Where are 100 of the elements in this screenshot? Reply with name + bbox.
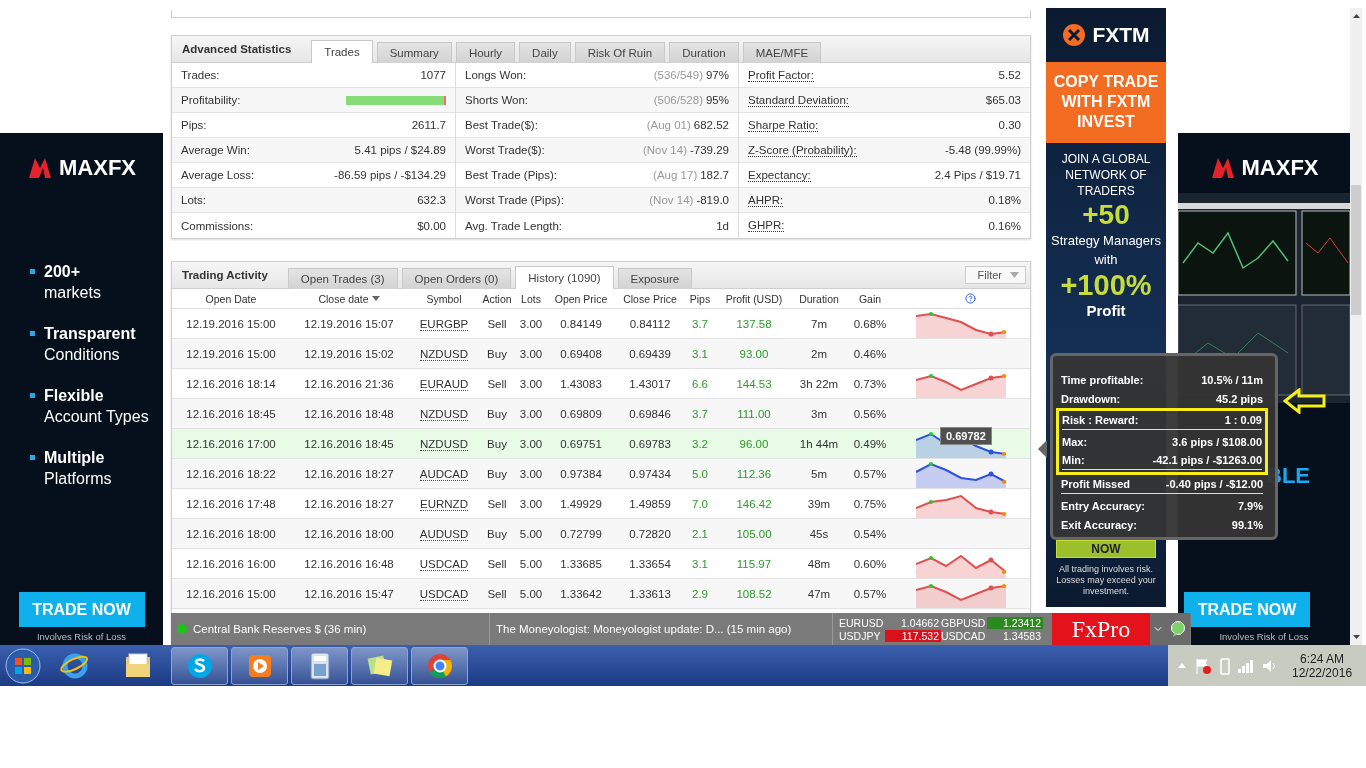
column-header[interactable]: Open Date xyxy=(205,292,257,305)
stat-value: 1d xyxy=(716,219,729,232)
tooltip-label: Min: xyxy=(1062,454,1085,466)
arrow-annotation xyxy=(1283,388,1327,414)
table-cell: Sell xyxy=(487,378,507,390)
table-cell: 12.16.2016 18:14 xyxy=(186,378,276,390)
symbol-link[interactable]: EURNZD xyxy=(420,497,468,511)
stat-value: $65.03 xyxy=(985,94,1021,106)
trade-row[interactable]: 12.16.2016 18:00 12.16.2016 18:00 AUDUSD Buy 5.00 0.72799 0.72820 2.1 105.00 45s 0.54% xyxy=(172,519,1030,549)
trade-row[interactable]: 12.16.2016 18:14 12.16.2016 21:36 EURAUD Sell 3.00 1.43083 1.43017 6.6 144.53 3h 22m 0.73% xyxy=(172,369,1030,399)
stat-link[interactable]: AHPR: xyxy=(748,193,784,207)
column-header[interactable]: Lots xyxy=(521,292,541,305)
symbol-link[interactable]: NZDUSD xyxy=(420,347,468,361)
symbol-link[interactable]: EURGBP xyxy=(419,317,469,331)
stat-link[interactable]: Standard Deviation: xyxy=(748,93,849,107)
table-cell: 0.69846 xyxy=(629,408,671,420)
tooltip-value: 7.9% xyxy=(1237,499,1263,512)
column-header[interactable]: Symbol xyxy=(426,292,462,305)
scrollbar-thumb[interactable] xyxy=(1351,185,1361,315)
table-cell: 0.54% xyxy=(853,528,887,540)
help-icon[interactable] xyxy=(964,293,976,304)
trade-row[interactable]: 12.16.2016 17:00 12.16.2016 18:45 NZDUSD Buy 3.00 0.69751 0.69783 3.2 96.00 1h 44m 0.49% 0.69782 xyxy=(172,429,1030,459)
table-cell: 0.72820 xyxy=(629,528,671,540)
stat-value: -86.59 pips / -$134.29 xyxy=(334,169,446,181)
stat-value: 95% xyxy=(705,94,729,106)
table-cell: Sell xyxy=(487,318,507,330)
trade-row[interactable]: 12.16.2016 18:22 12.16.2016 18:27 AUDCAD Buy 3.00 0.97384 0.97434 5.0 112.36 5m 0.57% xyxy=(172,459,1030,489)
scrollbar[interactable] xyxy=(1350,8,1362,645)
news-item[interactable]: The Moneyologist: Moneyologist update: D... (15 min ago) xyxy=(496,623,792,635)
stats-tab[interactable]: Risk Of Ruin xyxy=(574,42,666,63)
symbol-link[interactable]: NZDUSD xyxy=(420,437,468,451)
stat-link[interactable]: Sharpe Ratio: xyxy=(748,118,819,132)
now-button[interactable]: NOW xyxy=(1056,540,1156,558)
trade-row[interactable]: 12.16.2016 16:00 12.16.2016 16:48 USDCAD Sell 5.00 1.33685 1.33654 3.1 115.97 48m 0.60% xyxy=(172,549,1030,579)
stats-tab[interactable]: Trades xyxy=(311,40,373,63)
stat-link[interactable]: Profit Factor: xyxy=(748,68,814,82)
trade-row[interactable]: 12.19.2016 15:00 12.19.2016 15:02 NZDUSD Buy 3.00 0.69408 0.69439 3.1 93.00 2m 0.46% xyxy=(172,339,1030,369)
symbol-link[interactable]: USDCAD xyxy=(419,557,469,571)
symbol-link[interactable]: USDCAD xyxy=(419,587,469,601)
activity-tab[interactable]: History (1090) xyxy=(515,266,614,289)
column-header[interactable]: Profit (USD) xyxy=(725,292,783,305)
activity-tab[interactable]: Open Trades (3) xyxy=(287,268,398,289)
news-item[interactable]: Central Bank Reserves $ (36 min) xyxy=(193,623,367,635)
stat-value: 2.4 Pips / $19.71 xyxy=(934,169,1021,181)
table-cell: 108.52 xyxy=(736,588,772,600)
symbol-link[interactable]: AUDUSD xyxy=(419,527,469,541)
table-cell: 146.42 xyxy=(736,498,772,510)
symbol-link[interactable]: AUDCAD xyxy=(419,467,469,481)
stats-tab[interactable]: Summary xyxy=(376,42,452,63)
stat-note: (Aug 17) xyxy=(653,169,698,181)
filter-button[interactable]: Filter xyxy=(964,266,1026,284)
activity-tab[interactable]: Open Orders (0) xyxy=(401,268,512,289)
table-cell: 0.57% xyxy=(853,588,887,600)
table-cell: Sell xyxy=(487,558,507,570)
stat-link[interactable]: Z-Score (Probability): xyxy=(748,143,857,157)
symbol-link[interactable]: EURAUD xyxy=(419,377,469,391)
table-cell: 0.97384 xyxy=(560,468,602,480)
stats-tab[interactable]: Hourly xyxy=(455,42,516,63)
chat-icon[interactable] xyxy=(1170,621,1186,637)
stats-tab[interactable]: Duration xyxy=(669,42,739,63)
column-header[interactable]: Gain xyxy=(858,292,882,305)
table-cell: 7m xyxy=(811,318,827,330)
ad-banner[interactable]: MAXFX 200+ markets Transparent Conditions Flexible Account Types Multiple Platforms TRADE NOW Involves Risk of Loss xyxy=(0,133,163,645)
bullet-icon xyxy=(30,331,35,336)
table-cell: 1.49859 xyxy=(629,498,671,510)
table-cell: Sell xyxy=(487,498,507,510)
clock-time[interactable]: 6:24 AM xyxy=(1300,651,1345,666)
trade-row[interactable]: 12.16.2016 15:00 12.16.2016 15:47 USDCAD Sell 5.00 1.33642 1.33613 2.9 108.52 47m 0.57% xyxy=(172,579,1030,609)
stat-value: 0.18% xyxy=(988,194,1021,206)
stats-tab[interactable]: MAE/MFE xyxy=(742,42,822,63)
column-header[interactable]: Close date xyxy=(318,292,369,305)
quote-price: 117.532 xyxy=(885,629,941,642)
trade-row[interactable]: 12.16.2016 17:48 12.16.2016 18:27 EURNZD Sell 3.00 1.49929 1.49859 7.0 146.42 39m 0.75% xyxy=(172,489,1030,519)
trade-row[interactable]: 12.16.2016 18:45 12.16.2016 18:48 NZDUSD Buy 3.00 0.69809 0.69846 3.7 111.00 3m 0.56% xyxy=(172,399,1030,429)
stat-link[interactable]: Expectancy: xyxy=(748,168,811,182)
column-header[interactable]: Pips xyxy=(689,292,711,305)
column-header[interactable]: Action xyxy=(482,292,512,305)
table-cell: 0.72799 xyxy=(560,528,602,540)
column-header[interactable]: Duration xyxy=(799,292,839,305)
clock-date[interactable]: 12/22/2016 xyxy=(1292,665,1353,680)
fxpro-logo[interactable]: FxPro xyxy=(1052,613,1150,645)
flag-icon[interactable] xyxy=(1194,656,1212,675)
table-cell: 105.00 xyxy=(736,528,772,540)
column-header[interactable]: Close Price xyxy=(623,292,677,305)
stat-value: 632.3 xyxy=(417,194,446,206)
column-header[interactable]: Open Price xyxy=(554,292,608,305)
start-button[interactable] xyxy=(4,646,42,685)
scroll-up-icon[interactable] xyxy=(1352,14,1360,18)
trade-row[interactable]: 12.19.2016 15:00 12.19.2016 15:07 EURGBP Sell 3.00 0.84149 0.84112 3.7 137.58 7m 0.68% xyxy=(172,309,1030,339)
table-cell: 1.49929 xyxy=(560,498,602,510)
symbol-link[interactable]: NZDUSD xyxy=(420,407,468,421)
table-cell: 0.68% xyxy=(853,318,887,330)
table-cell: Buy xyxy=(487,348,507,360)
table-cell: 12.16.2016 21:36 xyxy=(304,378,394,390)
stat-link[interactable]: GHPR: xyxy=(748,219,785,232)
table-cell: 112.36 xyxy=(736,468,772,480)
scroll-down-icon[interactable] xyxy=(1352,635,1360,639)
ad-bullet-text: Transparent Conditions xyxy=(44,324,137,365)
activity-tab[interactable]: Exposure xyxy=(617,268,693,289)
stats-tab[interactable]: Daily xyxy=(519,42,571,63)
